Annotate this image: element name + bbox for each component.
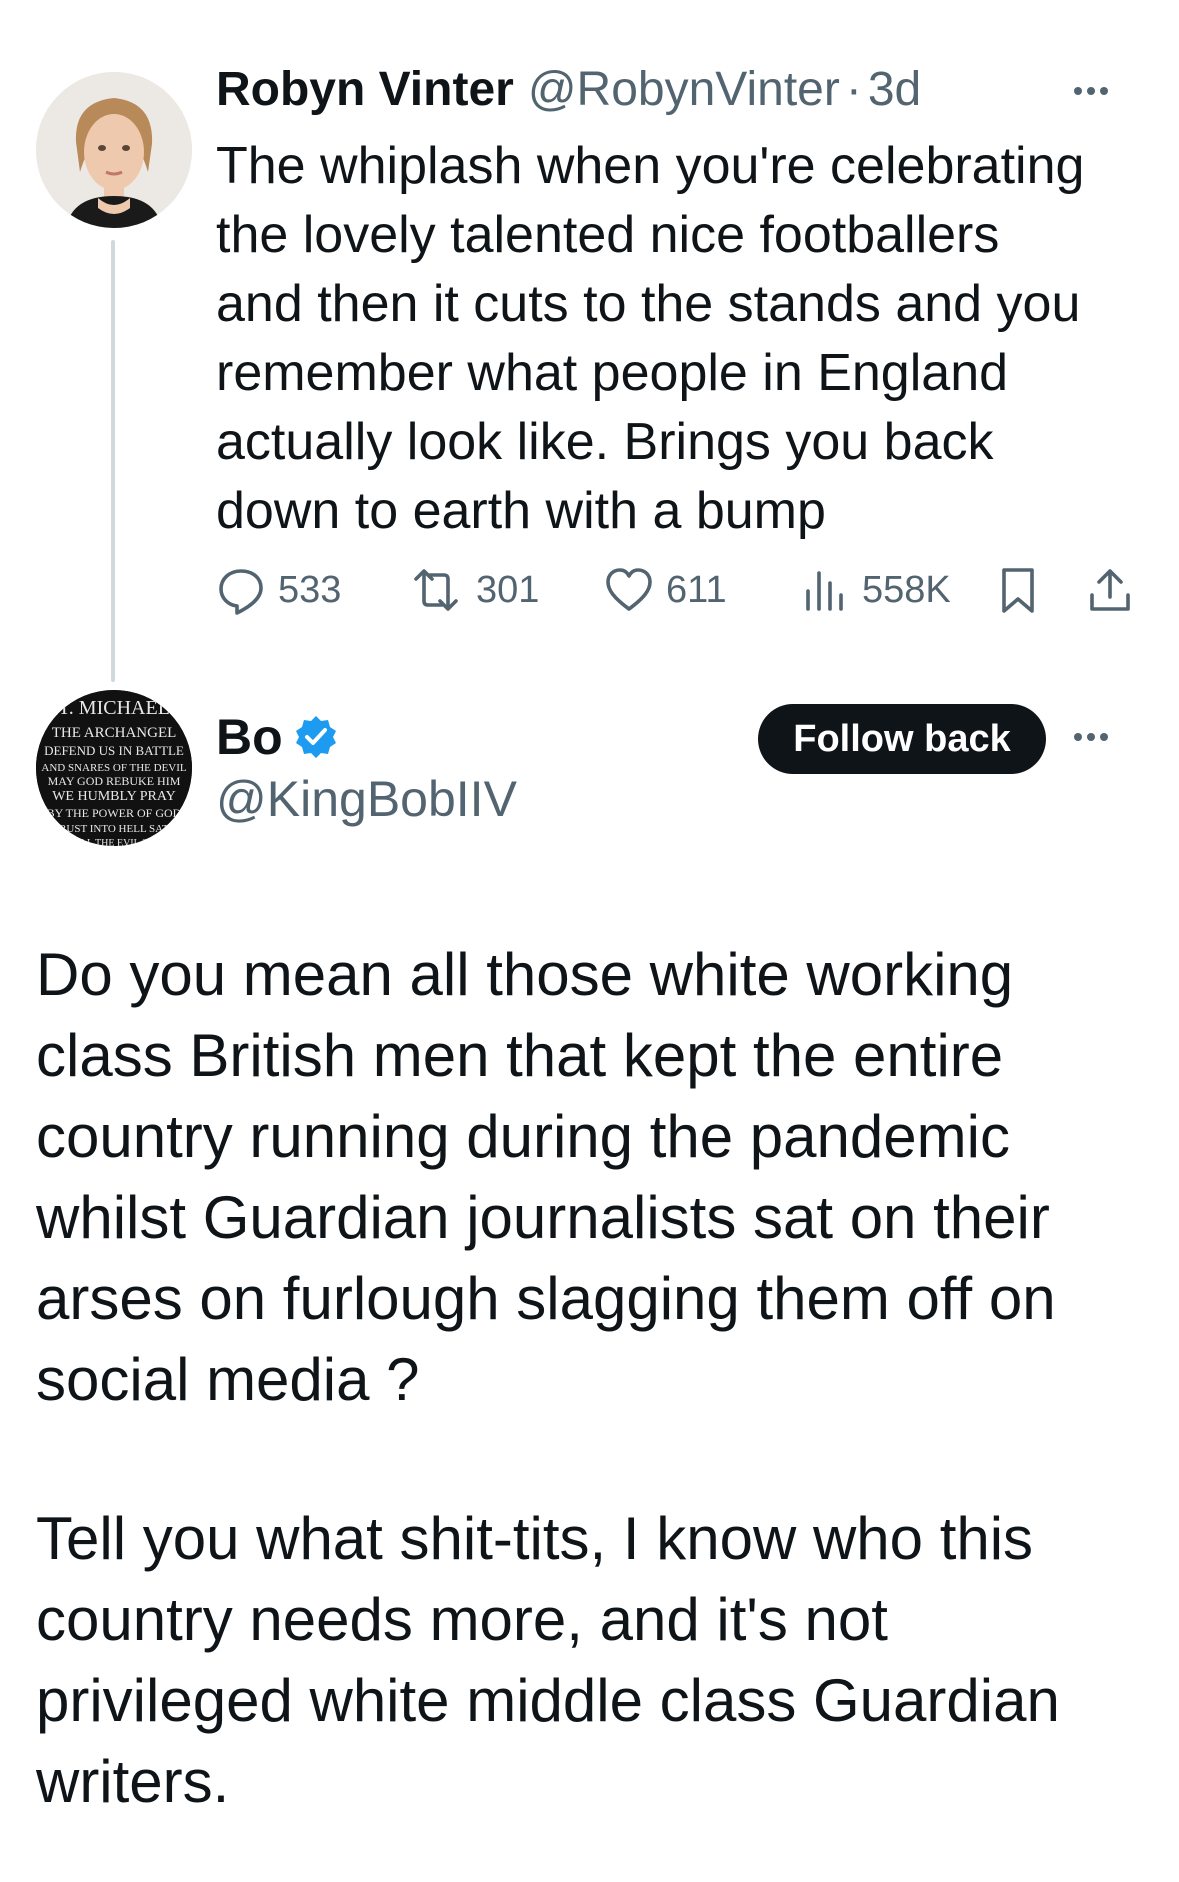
avatar-portrait-image — [36, 72, 192, 228]
reply-text-line: country running during the pandemic — [36, 1103, 1010, 1170]
like-button[interactable]: 611 — [604, 560, 727, 620]
avatar-prayer-line: THRUST INTO HELL SATAN — [44, 823, 183, 835]
reply-text-line: social media ? — [36, 1346, 420, 1413]
heart-icon — [606, 568, 652, 611]
share-button[interactable] — [1086, 560, 1134, 620]
tweet-header: Robyn Vinter @RobynVinter · 3d — [216, 62, 1096, 132]
tweet-text-line: and then it cuts to the stands and you — [216, 275, 1081, 333]
tweet-text-line: The whiplash when you're celebrating — [216, 137, 1085, 195]
follow-back-button[interactable]: Follow back — [758, 704, 1046, 774]
author-handle[interactable]: @RobynVinter — [528, 62, 840, 117]
more-options-button[interactable] — [1066, 76, 1116, 106]
like-count: 611 — [666, 568, 727, 611]
more-options-button[interactable] — [1066, 722, 1116, 752]
author-handle[interactable]: @KingBobIIV — [216, 770, 517, 828]
reply-text-line: Tell you what shit-tits, I know who this — [36, 1505, 1034, 1572]
retweet-count: 301 — [476, 568, 540, 611]
reply-text-line: class British men that kept the entire — [36, 1022, 1004, 1089]
views-button[interactable]: 558K — [800, 560, 951, 620]
bookmark-icon — [1002, 568, 1034, 613]
header-separator: · — [845, 63, 862, 116]
tweet-text-line: remember what people in England — [216, 344, 1009, 402]
author-name[interactable]: Bo — [216, 708, 283, 766]
tweet-text-line: the lovely talented nice footballers — [216, 206, 1000, 264]
reply-text-line: writers. — [36, 1748, 230, 1815]
reply-text-line: arses on furlough slagging them off on — [36, 1265, 1056, 1332]
more-icon — [1074, 87, 1108, 95]
avatar-prayer-image: T. MICHAEL THE ARCHANGEL DEFEND US IN BATT… — [36, 690, 192, 846]
avatar-prayer-line: T. MICHAEL — [58, 697, 170, 719]
reply-text-line: country needs more, and it's not — [36, 1586, 888, 1653]
avatar-prayer-line: MAY GOD REBUKE HIM — [48, 774, 181, 788]
avatar-bo[interactable]: T. MICHAEL THE ARCHANGEL DEFEND US IN BATT… — [36, 690, 192, 846]
reply-text-line: whilst Guardian journalists sat on their — [36, 1184, 1050, 1251]
reply-author: Bo — [216, 708, 339, 766]
avatar-robyn-vinter[interactable] — [36, 72, 192, 228]
tweet-text-line: actually look like. Brings you back — [216, 413, 994, 471]
avatar-prayer-line: AND ALL THE EVIL SPIRITS — [50, 838, 178, 846]
verified-badge-icon — [295, 716, 336, 758]
more-icon — [1074, 733, 1108, 741]
views-count: 558K — [862, 568, 951, 611]
avatar-prayer-line: WE HUMBLY PRAY — [52, 789, 176, 804]
bookmark-button[interactable] — [996, 560, 1040, 620]
avatar-prayer-line: BY THE POWER OF GOD — [47, 806, 182, 820]
reply-text-line: Do you mean all those white working — [36, 941, 1014, 1008]
retweet-button[interactable]: 301 — [408, 560, 539, 620]
avatar-prayer-line: THE ARCHANGEL — [52, 725, 177, 741]
views-icon — [806, 571, 843, 611]
avatar-prayer-line: AND SNARES OF THE DEVIL — [41, 762, 187, 774]
reply-icon — [219, 569, 263, 615]
tweet-text-line: down to earth with a bump — [216, 482, 826, 540]
reply-text-paragraph-2: Tell you what shit-tits, I know who this… — [36, 1498, 1146, 1822]
thread-connector-line — [111, 240, 115, 682]
reply-text-paragraph-1: Do you mean all those white working clas… — [36, 934, 1146, 1420]
reply-button[interactable]: 533 — [216, 560, 341, 620]
avatar-prayer-line: DEFEND US IN BATTLE — [44, 743, 184, 758]
author-name[interactable]: Robyn Vinter — [216, 62, 514, 117]
reply-text-line: privileged white middle class Guardian — [36, 1667, 1060, 1734]
retweet-icon — [414, 569, 458, 611]
tweet-text: The whiplash when you're celebrating the… — [216, 132, 1116, 546]
share-icon — [1090, 569, 1130, 611]
tweet-timestamp[interactable]: 3d — [868, 62, 921, 117]
reply-count: 533 — [278, 568, 342, 611]
